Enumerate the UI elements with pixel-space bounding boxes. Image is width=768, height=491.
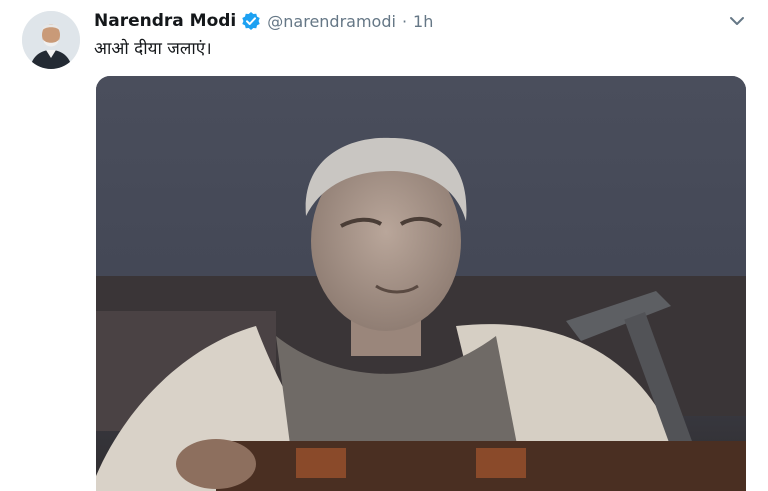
separator-dot: · <box>401 11 408 31</box>
tweet-video[interactable] <box>96 76 746 491</box>
tweet-header: Narendra Modi @narendramodi · 1h <box>94 9 433 33</box>
timestamp[interactable]: 1h <box>413 12 433 31</box>
avatar[interactable] <box>22 11 80 69</box>
author-name[interactable]: Narendra Modi <box>94 11 236 31</box>
author-handle[interactable]: @narendramodi <box>267 12 396 31</box>
tweet-card[interactable]: Narendra Modi @narendramodi · 1h आओ दीया… <box>0 0 768 491</box>
video-frame <box>96 76 746 491</box>
chevron-down-icon[interactable] <box>728 12 746 30</box>
verified-badge-icon <box>241 11 261 31</box>
avatar-image <box>22 11 80 69</box>
tweet-text: आओ दीया जलाएं। <box>94 39 212 59</box>
